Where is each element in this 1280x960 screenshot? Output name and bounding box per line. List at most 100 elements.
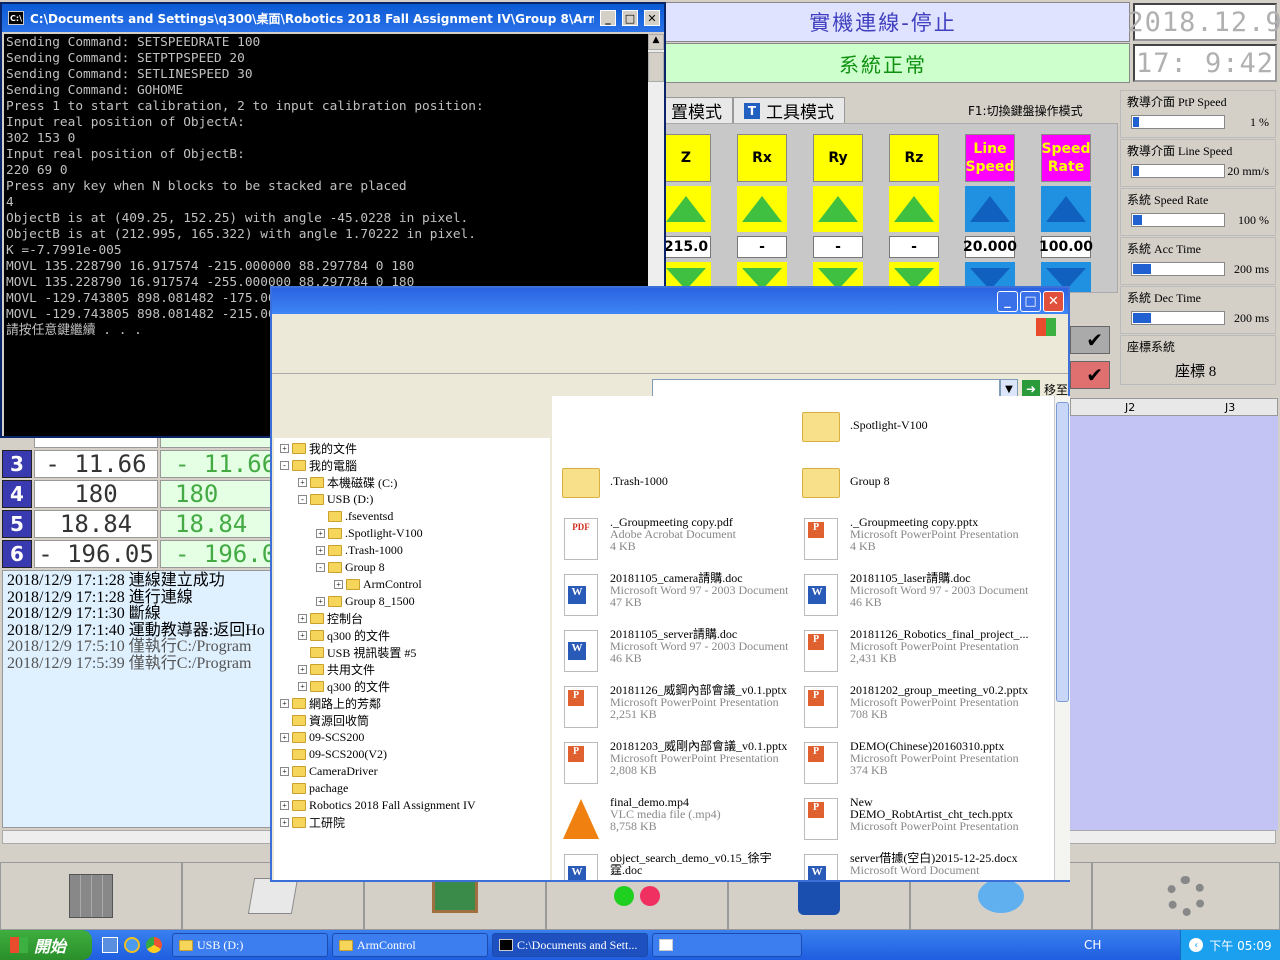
- tree-item[interactable]: + 網路上的芳鄰: [280, 695, 381, 712]
- setting-slider[interactable]: [1131, 213, 1225, 227]
- file-item[interactable]: Group 8: [798, 460, 1036, 512]
- setting-slider[interactable]: [1131, 164, 1225, 178]
- scroll-up-icon[interactable]: ▲: [648, 34, 664, 50]
- file-item[interactable]: P 20181126_威鋼內部會議_v0.1.pptx Microsoft Powe…: [558, 684, 796, 736]
- tab-tool-mode[interactable]: T 工具模式: [733, 97, 845, 123]
- task-app-window[interactable]: [652, 933, 802, 957]
- axis-plus-button[interactable]: [661, 186, 711, 232]
- chrome-icon[interactable]: [146, 937, 162, 953]
- file-item[interactable]: P 20181126_Robotics_final_project_... Micr…: [798, 628, 1036, 680]
- axis-plus-button[interactable]: [889, 186, 939, 232]
- tree-item[interactable]: + q300 的文件: [298, 678, 390, 695]
- tree-item[interactable]: USB 視訊裝置 #5: [298, 644, 416, 661]
- file-item[interactable]: Wobject_search_demo_v0.15_徐宇霆.doc: [558, 852, 796, 880]
- file-item[interactable]: final_demo.mp4 VLC media file (.mp4) 8,758…: [558, 796, 796, 848]
- file-item[interactable]: P 20181202_group_meeting_v0.2.pptx Microso…: [798, 684, 1036, 736]
- axis-plus-button[interactable]: [737, 186, 787, 232]
- file-item[interactable]: .Trash-1000: [558, 460, 796, 512]
- tree-item[interactable]: + 工研院: [280, 814, 345, 831]
- expand-toggle-icon[interactable]: +: [280, 444, 289, 453]
- expand-toggle-icon[interactable]: +: [298, 478, 307, 487]
- tree-item[interactable]: + ArmControl: [334, 576, 422, 593]
- setting-value: 100 %: [1238, 213, 1269, 227]
- axis-plus-button[interactable]: [965, 186, 1015, 232]
- console-titlebar[interactable]: C:\ C:\Documents and Settings\q300\桌面\Ro…: [2, 4, 664, 32]
- expand-toggle-icon[interactable]: -: [316, 563, 325, 572]
- task-usb-drive[interactable]: USB (D:): [172, 933, 328, 957]
- tree-item[interactable]: + 本機磁碟 (C:): [298, 474, 397, 491]
- ie-icon[interactable]: [124, 937, 140, 953]
- file-item[interactable]: P New DEMO_RobtArtist_cht_tech.pptx Micros…: [798, 796, 1036, 848]
- tree-item[interactable]: pachage: [280, 780, 348, 797]
- expand-toggle-icon[interactable]: +: [334, 580, 343, 589]
- tree-item[interactable]: + .Trash-1000: [316, 542, 403, 559]
- file-item[interactable]: P 20181203_威剛內部會議_v0.1.pptx Microsoft Powe…: [558, 740, 796, 792]
- file-item[interactable]: W 20181105_server請購.doc Microsoft Word 97 …: [558, 628, 796, 680]
- expand-toggle-icon[interactable]: +: [298, 682, 307, 691]
- tree-item[interactable]: + Group 8_1500: [316, 593, 415, 610]
- cube-tool-button[interactable]: [0, 862, 182, 930]
- tree-item[interactable]: - 我的電腦: [280, 457, 357, 474]
- file-item[interactable]: PDF ._Groupmeeting copy.pdf Adobe Acrobat …: [558, 516, 796, 568]
- tray-arrow-icon[interactable]: ‹: [1189, 938, 1204, 952]
- file-item[interactable]: Wserver借據(空白)2015-12-25.docx Microsoft Wo…: [798, 852, 1036, 880]
- tree-item[interactable]: + 我的文件: [280, 440, 357, 457]
- expand-toggle-icon[interactable]: +: [280, 801, 289, 810]
- tree-item[interactable]: - Group 8: [316, 559, 385, 576]
- file-list-scrollbar[interactable]: [1054, 396, 1070, 880]
- expand-toggle-icon[interactable]: +: [280, 767, 289, 776]
- tree-item[interactable]: 09-SCS200(V2): [280, 746, 387, 763]
- expand-toggle-icon[interactable]: +: [280, 733, 289, 742]
- language-indicator[interactable]: CH: [1084, 938, 1101, 952]
- expand-toggle-icon[interactable]: -: [280, 461, 289, 470]
- minimize-button[interactable]: _: [997, 290, 1018, 312]
- expand-toggle-icon[interactable]: +: [280, 818, 289, 827]
- expand-toggle-icon[interactable]: +: [316, 529, 325, 538]
- scroll-thumb[interactable]: [1056, 402, 1069, 702]
- enable-checkbox-2[interactable]: ✔: [1070, 361, 1110, 389]
- close-button[interactable]: ✕: [1043, 290, 1064, 312]
- maximize-button[interactable]: □: [622, 10, 638, 26]
- file-item[interactable]: P DEMO(Chinese)20160310.pptx Microsoft Pow…: [798, 740, 1036, 792]
- explorer-titlebar[interactable]: _ □ ✕: [272, 288, 1068, 314]
- expand-toggle-icon[interactable]: -: [298, 495, 307, 504]
- task-console[interactable]: C:\Documents and Sett...: [492, 933, 648, 957]
- tree-item[interactable]: + CameraDriver: [280, 763, 378, 780]
- tree-item[interactable]: 資源回收筒: [280, 712, 369, 729]
- axis-plus-button[interactable]: [1041, 186, 1091, 232]
- expand-toggle-icon[interactable]: +: [316, 597, 325, 606]
- close-button[interactable]: ✕: [644, 10, 660, 26]
- start-button[interactable]: 開始: [0, 930, 92, 960]
- go-button[interactable]: 移至: [1044, 381, 1068, 398]
- axis-plus-button[interactable]: [813, 186, 863, 232]
- maximize-button[interactable]: □: [1020, 290, 1041, 312]
- tree-item[interactable]: + 共用文件: [298, 661, 375, 678]
- tree-item[interactable]: + .Spotlight-V100: [316, 525, 423, 542]
- task-armcontrol[interactable]: ArmControl: [332, 933, 488, 957]
- file-item[interactable]: .Spotlight-V100: [798, 404, 1036, 456]
- expand-toggle-icon[interactable]: +: [298, 665, 307, 674]
- file-item[interactable]: W 20181105_camera請購.doc Microsoft Word 97 …: [558, 572, 796, 624]
- tree-item[interactable]: - USB (D:): [298, 491, 373, 508]
- setting-slider[interactable]: [1131, 311, 1225, 325]
- expand-toggle-icon[interactable]: +: [298, 614, 307, 623]
- tree-item[interactable]: .fseventsd: [316, 508, 393, 525]
- enable-checkbox-1[interactable]: ✔: [1070, 326, 1110, 354]
- tab-position-mode[interactable]: 置模式: [660, 97, 733, 123]
- expand-toggle-icon[interactable]: +: [316, 546, 325, 555]
- setting-slider[interactable]: [1131, 262, 1225, 276]
- tree-item[interactable]: + 控制台: [298, 610, 363, 627]
- tree-item[interactable]: +09-SCS200: [280, 729, 364, 746]
- file-item[interactable]: P ._Groupmeeting copy.pptx Microsoft Power…: [798, 516, 1036, 568]
- minimize-button[interactable]: _: [600, 10, 616, 26]
- scroll-thumb[interactable]: [648, 52, 664, 82]
- file-item[interactable]: W 20181105_laser請購.doc Microsoft Word 97 -…: [798, 572, 1036, 624]
- desktop-icon[interactable]: [102, 937, 118, 953]
- settings-tool-button[interactable]: [1092, 862, 1280, 930]
- quick-launch-icons[interactable]: [102, 937, 162, 953]
- setting-slider[interactable]: [1131, 115, 1225, 129]
- expand-toggle-icon[interactable]: +: [280, 699, 289, 708]
- expand-toggle-icon[interactable]: +: [298, 631, 307, 640]
- tree-item[interactable]: + q300 的文件: [298, 627, 390, 644]
- tree-item[interactable]: + Robotics 2018 Fall Assignment IV: [280, 797, 476, 814]
